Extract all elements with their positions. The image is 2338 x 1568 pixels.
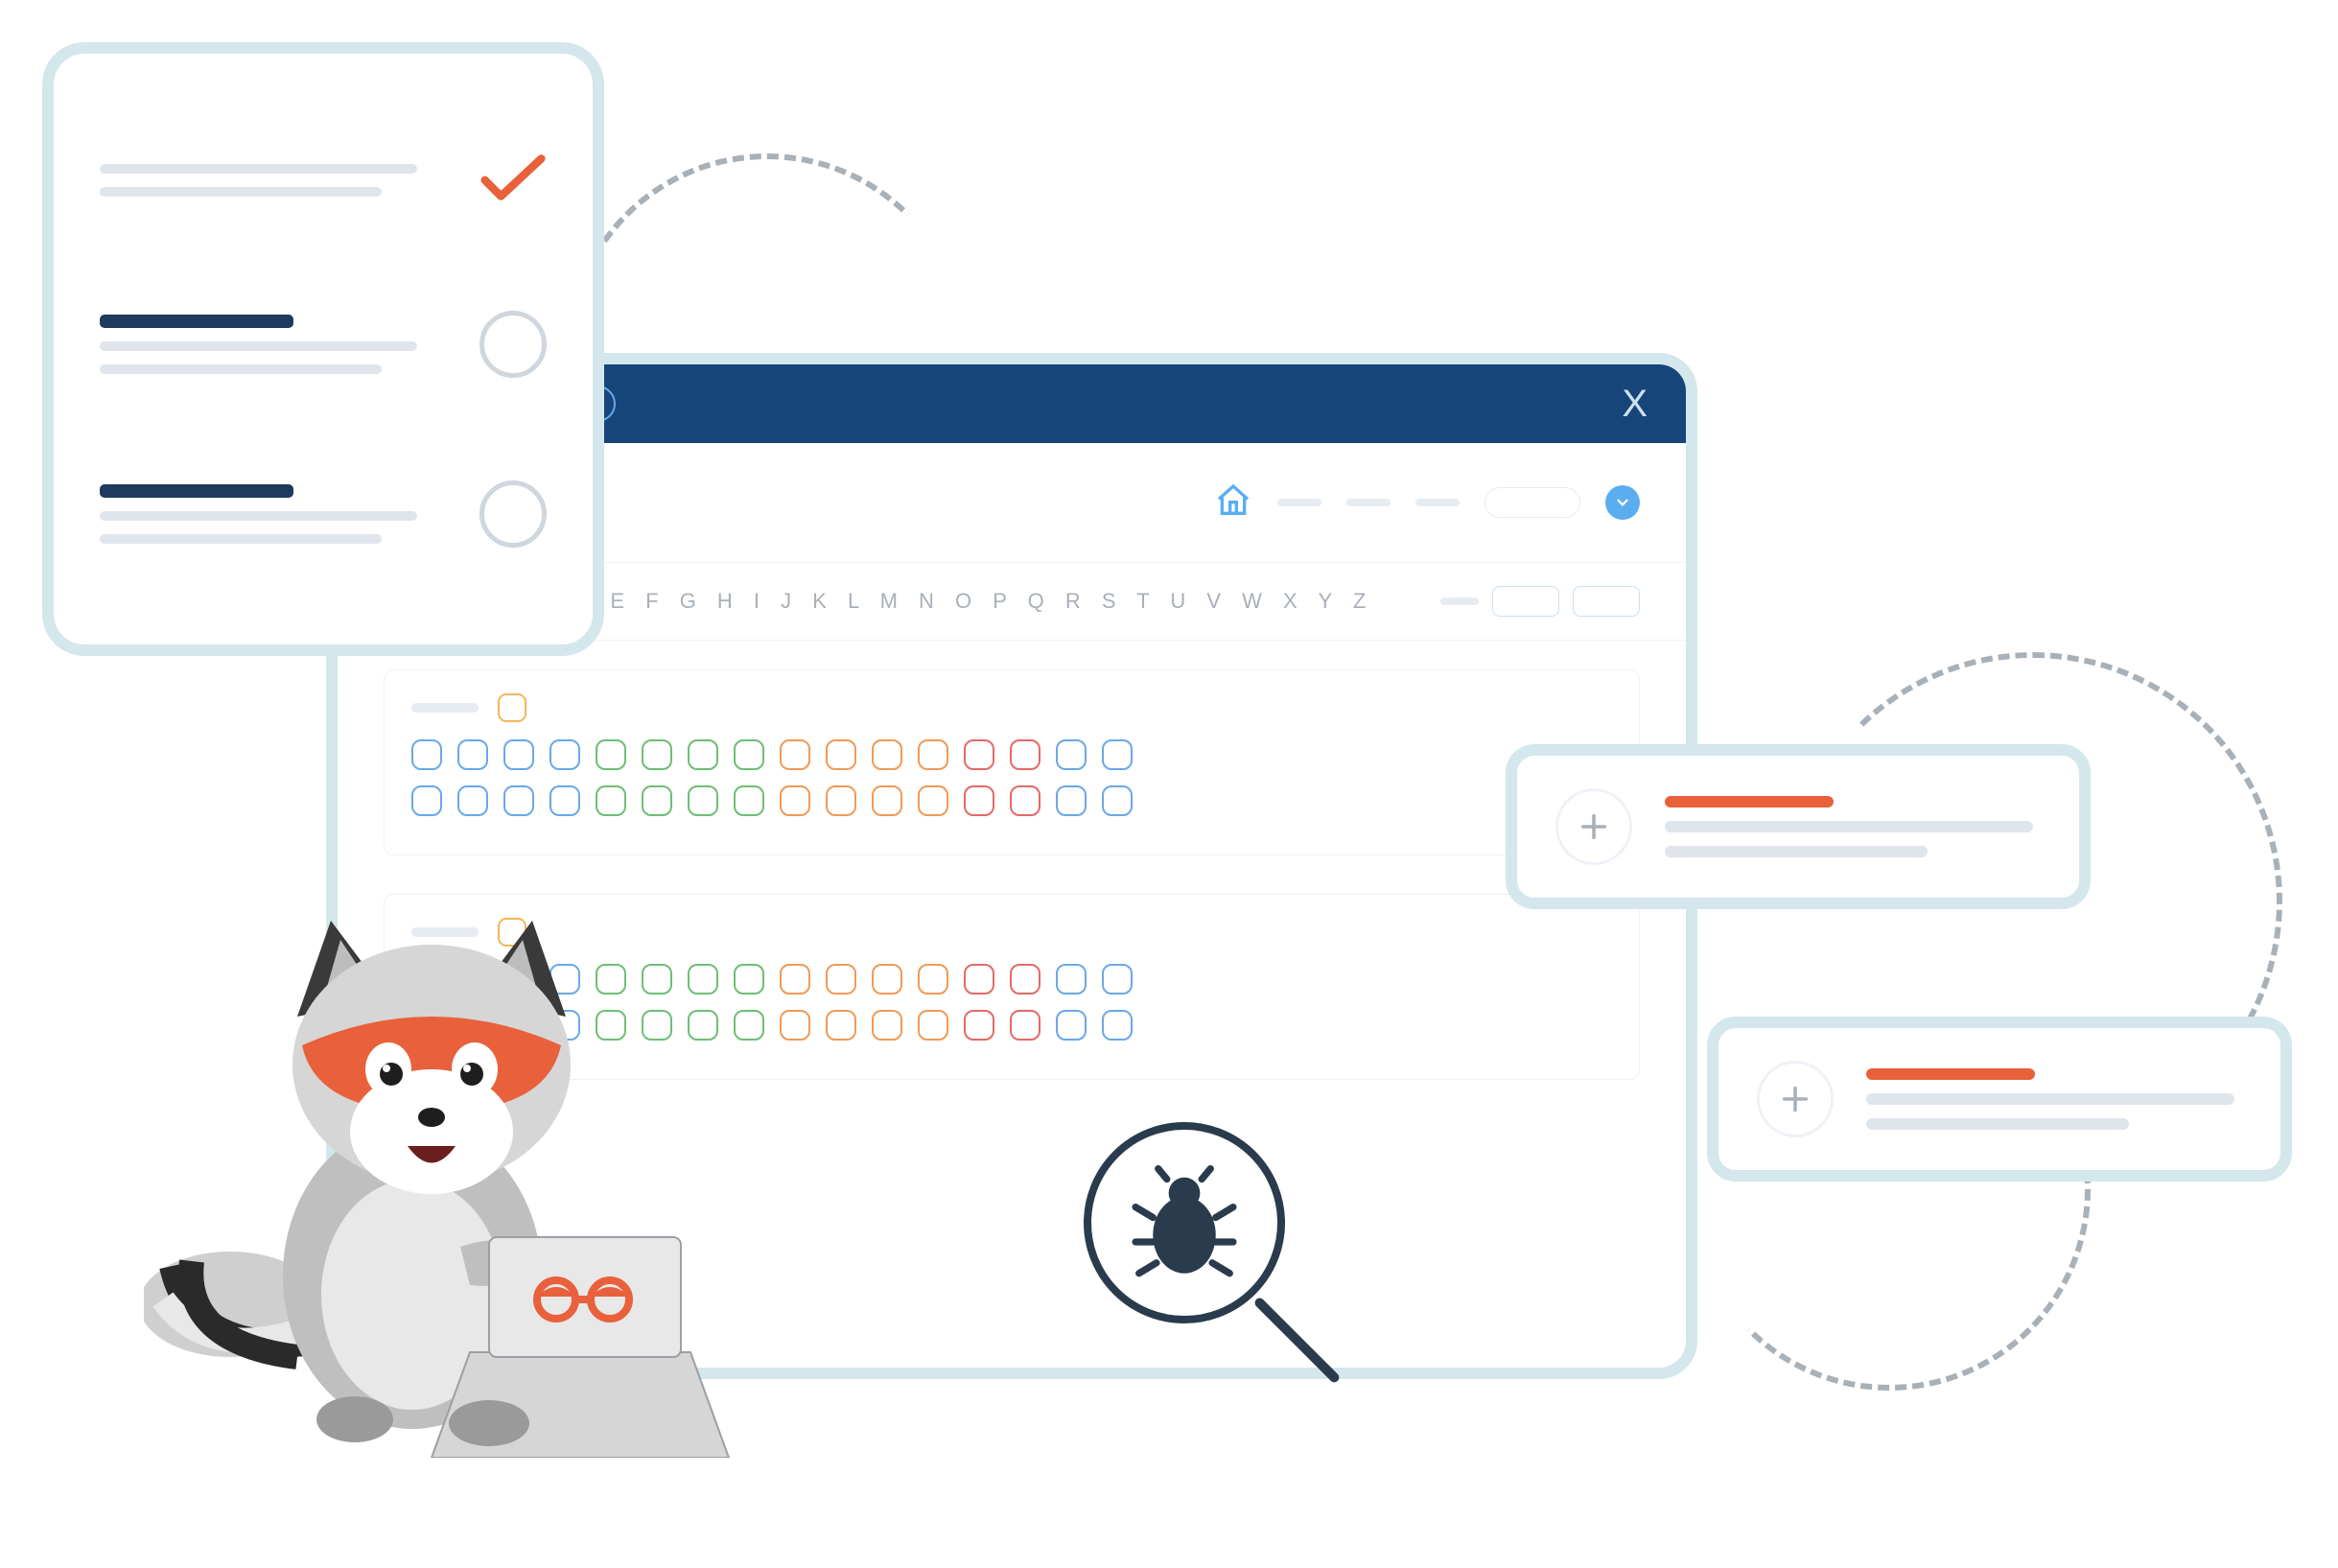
chip[interactable] — [1102, 739, 1133, 770]
nav-stub[interactable] — [1346, 499, 1391, 506]
chip-row — [411, 785, 1612, 816]
text-stub — [1866, 1068, 2035, 1080]
chip[interactable] — [549, 785, 580, 816]
chip[interactable] — [964, 785, 994, 816]
chip[interactable] — [918, 1010, 948, 1041]
chip[interactable] — [1056, 1010, 1087, 1041]
chip[interactable] — [1056, 785, 1087, 816]
chip-row — [411, 739, 1612, 770]
chip[interactable] — [688, 785, 718, 816]
chip[interactable] — [780, 964, 810, 995]
filter-button[interactable] — [1573, 586, 1640, 617]
chip[interactable] — [826, 1010, 856, 1041]
mascot-raccoon — [144, 863, 758, 1458]
text-stub — [1866, 1093, 2234, 1105]
checklist-item[interactable] — [100, 151, 547, 209]
filter-button[interactable] — [1492, 586, 1559, 617]
chip[interactable] — [964, 964, 994, 995]
chip[interactable] — [826, 739, 856, 770]
text-stub — [100, 511, 417, 521]
text-stub — [100, 484, 293, 498]
chip[interactable] — [596, 739, 626, 770]
chip[interactable] — [1010, 1010, 1040, 1041]
chip[interactable] — [826, 785, 856, 816]
chip[interactable] — [1010, 964, 1040, 995]
text-stub — [100, 364, 382, 374]
chip[interactable] — [918, 739, 948, 770]
chip[interactable] — [872, 964, 902, 995]
chip[interactable] — [734, 785, 764, 816]
group-chip[interactable] — [498, 693, 526, 722]
chip[interactable] — [780, 785, 810, 816]
plus-icon[interactable] — [1555, 788, 1632, 865]
text-stub — [100, 187, 382, 197]
text-stub — [1866, 1118, 2129, 1130]
chip[interactable] — [688, 739, 718, 770]
chip[interactable] — [1102, 785, 1133, 816]
chip[interactable] — [872, 1010, 902, 1041]
item-group — [384, 669, 1640, 855]
chip[interactable] — [780, 739, 810, 770]
chip[interactable] — [642, 785, 672, 816]
filter-stub — [1440, 597, 1479, 605]
chip[interactable] — [411, 785, 442, 816]
chip[interactable] — [1102, 1010, 1133, 1041]
text-stub — [100, 315, 293, 328]
chip[interactable] — [918, 785, 948, 816]
chip[interactable] — [1010, 785, 1040, 816]
checklist-item[interactable] — [100, 311, 547, 378]
text-stub — [1665, 846, 1928, 857]
chip[interactable] — [872, 739, 902, 770]
chip[interactable] — [549, 739, 580, 770]
nav-stub[interactable] — [1277, 499, 1321, 506]
text-stub — [100, 341, 417, 351]
nav-stub[interactable] — [1415, 499, 1460, 506]
chip[interactable] — [918, 964, 948, 995]
checklist-card — [42, 42, 604, 656]
radio-unchecked-icon — [479, 311, 547, 378]
chevron-down-icon[interactable] — [1605, 485, 1640, 520]
chip[interactable] — [1010, 739, 1040, 770]
text-stub — [100, 534, 382, 544]
radio-unchecked-icon — [479, 480, 547, 548]
nav-pill[interactable] — [1485, 487, 1580, 518]
chip[interactable] — [964, 739, 994, 770]
chip[interactable] — [780, 1010, 810, 1041]
popup-card — [1707, 1017, 2292, 1182]
chip[interactable] — [1102, 964, 1133, 995]
checklist-item[interactable] — [100, 480, 547, 548]
chip[interactable] — [826, 964, 856, 995]
chip[interactable] — [964, 1010, 994, 1041]
chip[interactable] — [1056, 964, 1087, 995]
check-icon — [479, 151, 547, 209]
chip[interactable] — [642, 739, 672, 770]
chip[interactable] — [872, 785, 902, 816]
chip[interactable] — [596, 785, 626, 816]
chip[interactable] — [503, 785, 534, 816]
bug-magnifier-icon — [1084, 1122, 1285, 1323]
text-stub — [100, 164, 417, 174]
chip[interactable] — [457, 739, 488, 770]
text-stub — [1665, 821, 2033, 832]
top-nav — [1214, 481, 1640, 525]
close-icon[interactable]: X — [1622, 383, 1648, 426]
plus-icon[interactable] — [1757, 1061, 1834, 1137]
chip[interactable] — [1056, 739, 1087, 770]
group-label-stub — [411, 703, 479, 713]
chip[interactable] — [734, 739, 764, 770]
popup-card — [1506, 744, 2091, 909]
home-icon[interactable] — [1214, 481, 1252, 525]
chip[interactable] — [457, 785, 488, 816]
chip[interactable] — [411, 739, 442, 770]
text-stub — [1665, 796, 1834, 807]
chip[interactable] — [503, 739, 534, 770]
